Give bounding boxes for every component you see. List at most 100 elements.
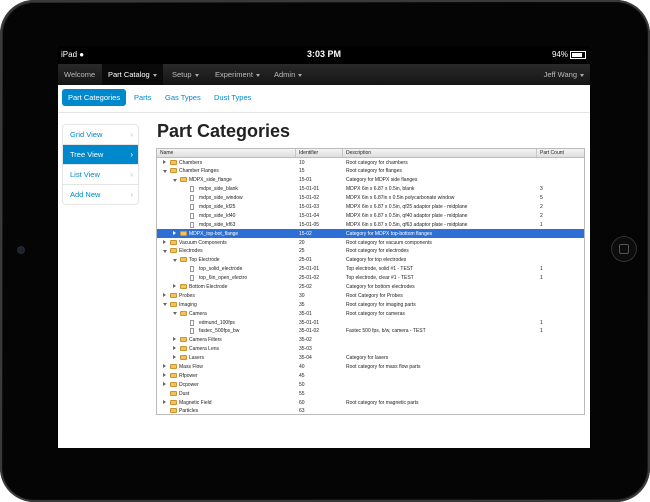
folder-icon	[170, 381, 177, 387]
sidenav-tree-view[interactable]: Tree View ›	[63, 145, 138, 165]
table-row[interactable]: Vacuum Components 20 Root category for vac…	[157, 238, 584, 247]
expand-closed-icon[interactable]	[163, 363, 166, 368]
column-header-part-count[interactable]: Part Count	[540, 150, 564, 156]
table-row[interactable]: Bottom Electrode 25-02 Category for bottom…	[157, 282, 584, 291]
folder-icon	[170, 408, 177, 414]
table-row[interactable]: Probes 30 Root Category for Probes	[157, 291, 584, 300]
table-row[interactable]: Camera Lens 35-03	[157, 345, 584, 354]
sidenav-add-new[interactable]: Add New ›	[63, 185, 138, 204]
table-row[interactable]: Chamber Flanges 15 Root category for flang…	[157, 167, 584, 176]
table-row[interactable]: edmund_100fps 35-01-01 1	[157, 318, 584, 327]
table-row[interactable]: Rfpower 45	[157, 371, 584, 380]
expand-closed-icon[interactable]	[163, 292, 166, 297]
column-header-identifier[interactable]: Identifier	[299, 150, 318, 156]
expand-open-icon[interactable]	[163, 249, 167, 253]
nav-setup[interactable]: Setup	[166, 64, 205, 85]
expand-open-icon[interactable]	[173, 312, 177, 316]
expand-closed-icon[interactable]	[163, 399, 166, 404]
cell-name: Camera Lens	[189, 346, 220, 353]
tab-parts[interactable]: Parts	[128, 89, 158, 106]
nav-part-catalog[interactable]: Part Catalog	[102, 64, 163, 85]
expand-closed-icon[interactable]	[163, 239, 166, 244]
cell-name: mdpx_side_blank	[199, 186, 238, 193]
table-row[interactable]: fastec_500fps_bw 35-01-02 Fastec 500 fps, …	[157, 327, 584, 336]
cell-description: Root category for electrodes	[346, 248, 409, 255]
document-icon	[190, 319, 194, 326]
cell-description: Root Category for Probes	[346, 292, 403, 299]
table-row[interactable]: Imaging 35 Root category for imaging parts	[157, 300, 584, 309]
expand-closed-icon[interactable]	[173, 346, 176, 351]
cell-description: Root category for imaging parts	[346, 301, 416, 308]
cell-name: Dcpower	[179, 381, 199, 388]
cell-identifier: 25-01-01	[299, 266, 320, 273]
table-row[interactable]: Particles 63	[157, 407, 584, 415]
document-icon	[190, 195, 194, 202]
expand-closed-icon[interactable]	[173, 355, 176, 360]
tab-part-categories[interactable]: Part Categories	[62, 89, 127, 106]
chevron-right-icon: ›	[130, 170, 133, 179]
table-row[interactable]: Camera Filters 35-02	[157, 336, 584, 345]
folder-icon	[180, 257, 187, 263]
tab-gas-types[interactable]: Gas Types	[159, 89, 207, 106]
table-row[interactable]: Chambers 10 Root category for chambers	[157, 158, 584, 167]
cell-name: Mass Flow	[179, 363, 203, 370]
table-row[interactable]: mdpx_side_kf25 15-01-03 MDPX 6in x 6.87 x …	[157, 202, 584, 211]
cell-description: Top electrode, solid #1 - TEST	[346, 266, 414, 273]
battery-icon	[570, 50, 586, 59]
nav-user-menu[interactable]: Jeff Wang	[538, 64, 590, 85]
table-row[interactable]: mdpx_side_kf63 15-01-05 MDPX 6in x 6.87 x …	[157, 220, 584, 229]
table-row-selected[interactable]: MDPX_top-bot_flange 15-02 Category for MDP…	[157, 229, 584, 239]
cell-identifier: 35	[299, 301, 305, 308]
expand-open-icon[interactable]	[163, 303, 167, 307]
cell-description: Category for MDPX top-bottom flanges	[346, 230, 433, 237]
folder-icon	[180, 310, 187, 316]
nav-welcome[interactable]: Welcome	[58, 64, 101, 85]
expand-open-icon[interactable]	[163, 169, 167, 173]
table-row[interactable]: top_solid_electrode 25-01-01 Top electrode…	[157, 265, 584, 274]
cell-identifier: 35-04	[299, 355, 312, 362]
cell-part-count: 2	[540, 212, 543, 219]
sidenav-list-view[interactable]: List View ›	[63, 165, 138, 185]
expand-closed-icon[interactable]	[163, 381, 166, 386]
table-row[interactable]: mdpx_side_blank 15-01-01 MDPX 6in x 6.87 x…	[157, 185, 584, 194]
nav-experiment[interactable]: Experiment	[209, 64, 266, 85]
table-row[interactable]: Mass Flow 40 Root category for mass flow p…	[157, 362, 584, 371]
column-header-description[interactable]: Description	[346, 150, 371, 156]
cell-identifier: 35-01	[299, 310, 312, 317]
cell-description: MDPX 6in x 6.87 x 0.5in, qf40 adaptor pl…	[346, 212, 468, 219]
status-bar: iPad ● 3:03 PM 94%	[58, 46, 590, 64]
table-row[interactable]: Electrodes 25 Root category for electrodes	[157, 247, 584, 256]
nav-admin[interactable]: Admin	[268, 64, 308, 85]
expand-open-icon[interactable]	[173, 258, 177, 262]
sidenav-grid-view[interactable]: Grid View ›	[63, 125, 138, 145]
table-row[interactable]: mdpx_side_window 15-01-02 MDPX 6in x 6.87i…	[157, 194, 584, 203]
column-header-name[interactable]: Name	[160, 150, 173, 156]
sidenav-label: List View	[70, 170, 100, 179]
table-row[interactable]: mdpx_side_kf40 15-01-04 MDPX 6in x 6.87 x …	[157, 211, 584, 220]
table-row[interactable]: Dust 55	[157, 389, 584, 398]
expand-open-icon[interactable]	[173, 178, 177, 182]
expand-closed-icon[interactable]	[173, 230, 176, 235]
table-row[interactable]: Top Electrode 25-01 Category for top elect…	[157, 256, 584, 265]
expand-closed-icon[interactable]	[173, 283, 176, 288]
chevron-down-icon	[298, 73, 303, 77]
table-row[interactable]: Lasers 35-04 Category for lasers	[157, 354, 584, 363]
cell-name: Rfpower	[179, 372, 198, 379]
tab-dust-types[interactable]: Dust Types	[208, 89, 257, 106]
cell-identifier: 63	[299, 408, 305, 415]
table-row[interactable]: Camera 35-01 Root category for cameras	[157, 309, 584, 318]
cell-identifier: 35-01-01	[299, 319, 320, 326]
view-sidenav: Grid View › Tree View › List View › Add New…	[62, 124, 139, 205]
table-row[interactable]: top_6in_open_electro 25-01-02 Top electrod…	[157, 274, 584, 283]
cell-identifier: 60	[299, 399, 305, 406]
cell-part-count: 1	[540, 221, 543, 228]
expand-closed-icon[interactable]	[163, 372, 166, 377]
folder-icon	[170, 168, 177, 174]
cell-name: Imaging	[179, 301, 197, 308]
table-row[interactable]: MDPX_side_flange 15-01 Category for MDPX s…	[157, 176, 584, 185]
table-row[interactable]: Magnetic Field 60 Root category for magnet…	[157, 398, 584, 407]
expand-closed-icon[interactable]	[163, 159, 166, 164]
folder-icon	[170, 248, 177, 254]
expand-closed-icon[interactable]	[173, 337, 176, 342]
table-row[interactable]: Dcpower 50	[157, 380, 584, 389]
